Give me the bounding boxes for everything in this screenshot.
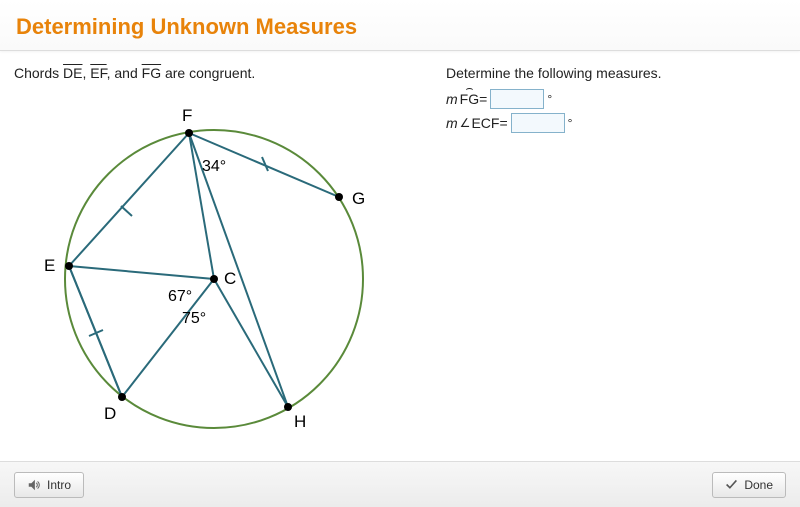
done-label: Done bbox=[744, 478, 773, 492]
eq-1: = bbox=[479, 91, 487, 107]
footer-bar: Intro Done bbox=[0, 461, 800, 507]
point-d bbox=[118, 393, 126, 401]
deg-1: ° bbox=[547, 92, 552, 106]
seg-ec bbox=[69, 266, 214, 279]
arc-fg-symbol: FG bbox=[460, 91, 479, 107]
label-h: H bbox=[294, 412, 306, 431]
point-f bbox=[185, 129, 193, 137]
intro-button[interactable]: Intro bbox=[14, 472, 84, 498]
speaker-icon bbox=[27, 478, 41, 492]
point-h bbox=[284, 403, 292, 411]
point-e bbox=[65, 262, 73, 270]
chord-prompt: Chords DE, EF, and FG are congruent. bbox=[14, 65, 438, 81]
label-d: D bbox=[104, 404, 116, 423]
point-g bbox=[335, 193, 343, 201]
angle-ecf-name: ECF bbox=[471, 115, 499, 131]
m-label-1: m bbox=[446, 91, 458, 107]
right-column: Determine the following measures. mFG = … bbox=[438, 65, 792, 439]
angle-67: 67° bbox=[168, 288, 192, 305]
prompt-prefix: Chords bbox=[14, 65, 63, 81]
measure-row-angle-ecf: m∠ECF = ° bbox=[446, 113, 792, 133]
check-icon bbox=[725, 478, 738, 491]
circle-diagram: C D E F G H 34° 67° 75° bbox=[14, 89, 404, 439]
left-column: Chords DE, EF, and FG are congruent. bbox=[8, 65, 438, 439]
arc-fg-input[interactable] bbox=[490, 89, 544, 109]
diagram-svg: C D E F G H 34° 67° 75° bbox=[14, 89, 404, 439]
label-c: C bbox=[224, 269, 236, 288]
angle-34: 34° bbox=[202, 158, 226, 175]
angle-ecf-input[interactable] bbox=[511, 113, 565, 133]
seg-ed bbox=[69, 266, 122, 397]
eq-2: = bbox=[499, 115, 507, 131]
label-e: E bbox=[44, 256, 55, 275]
chord-fg: FG bbox=[142, 65, 161, 81]
tick-marks bbox=[89, 157, 268, 336]
m-label-2: m bbox=[446, 115, 458, 131]
seg-ch bbox=[214, 279, 288, 407]
tick-ef bbox=[121, 206, 132, 216]
instruction-text: Determine the following measures. bbox=[446, 65, 792, 81]
sep2: , and bbox=[107, 65, 142, 81]
deg-2: ° bbox=[568, 116, 573, 130]
label-g: G bbox=[352, 189, 365, 208]
content-area: Chords DE, EF, and FG are congruent. bbox=[0, 51, 800, 439]
header: Determining Unknown Measures bbox=[0, 0, 800, 51]
intro-label: Intro bbox=[47, 478, 71, 492]
angle-75: 75° bbox=[182, 310, 206, 327]
page-title: Determining Unknown Measures bbox=[16, 14, 784, 40]
angle-symbol: ∠ bbox=[460, 116, 471, 130]
chord-ef: EF bbox=[90, 65, 106, 81]
point-c bbox=[210, 275, 218, 283]
chord-de: DE bbox=[63, 65, 82, 81]
measure-row-arc-fg: mFG = ° bbox=[446, 89, 792, 109]
label-f: F bbox=[182, 106, 192, 125]
done-button[interactable]: Done bbox=[712, 472, 786, 498]
seg-fc bbox=[189, 133, 214, 279]
prompt-suffix: are congruent. bbox=[161, 65, 255, 81]
